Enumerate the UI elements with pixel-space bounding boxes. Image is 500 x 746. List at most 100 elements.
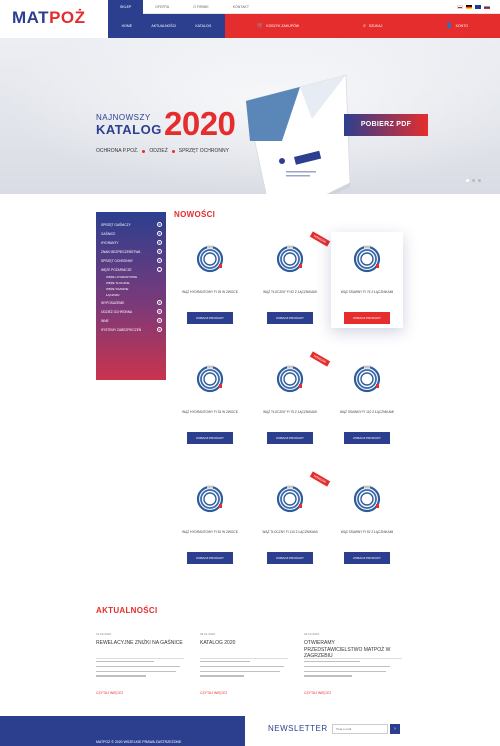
top-bar: SKLEP OFERTA O FIRMIE KONTAKT xyxy=(108,0,500,14)
product-name[interactable]: WĄŻ TŁOCZNY FI 52 Z ŁĄCZNIKAMI xyxy=(260,290,320,295)
flag-en-icon[interactable] xyxy=(475,4,481,9)
nav-label: HOME xyxy=(121,24,133,28)
topbar-item-shop[interactable]: SKLEP xyxy=(108,0,144,14)
topbar-item-contact[interactable]: KONTAKT xyxy=(221,0,261,14)
newsletter-submit-button[interactable]: › xyxy=(390,724,400,734)
read-more-link[interactable]: CZYTAJ WIĘCEJ xyxy=(304,691,331,695)
flag-de-icon[interactable] xyxy=(466,4,472,9)
hero-subtitle-1: OCHRONA P.POŻ. xyxy=(96,148,139,154)
hero-year: 2020 xyxy=(164,105,236,142)
view-product-button[interactable]: ZOBACZ PRODUKT xyxy=(267,312,313,324)
nav-red-group: 🛒 KOSZYK ZAKUPÓW ⌕ SZUKAJ 👤 KONTO xyxy=(225,14,500,38)
new-ribbon-badge: NOWOŚĆ xyxy=(309,231,331,247)
product-name[interactable]: WĄŻ SSAWNY FI 52 Z ŁĄCZNIKAMI xyxy=(337,530,397,535)
plus-icon: + xyxy=(157,300,162,305)
nav-item-account[interactable]: 👤 KONTO xyxy=(446,23,468,29)
view-product-button[interactable]: ZOBACZ PRODUKT xyxy=(344,312,390,324)
slider-dot[interactable] xyxy=(478,179,481,182)
divider xyxy=(96,658,184,659)
news-item[interactable]: 12.02.2020 REWELACYJNE ZNIŻKI NA GAŚNICE xyxy=(96,632,186,647)
sidebar-item[interactable]: WYPOSAŻENIE + xyxy=(96,298,166,307)
download-pdf-button[interactable]: POBIERZ PDF xyxy=(344,114,428,136)
product-name[interactable]: WĄŻ HYDRANTOWY FI 52 W ZWIJCE xyxy=(180,530,240,535)
product-name[interactable]: WĄŻ SSAWNY FI 110 Z ŁĄCZNIKAMI xyxy=(337,410,397,415)
plus-icon: + xyxy=(157,231,162,236)
product-name[interactable]: WĄŻ HYDRANTOWY FI 33 W ZWIJCE xyxy=(180,410,240,415)
view-product-button[interactable]: ZOBACZ PRODUKT xyxy=(187,312,233,324)
cart-icon: 🛒 xyxy=(257,23,264,29)
product-hose-image[interactable] xyxy=(275,484,305,514)
nav-item-catalog[interactable]: KATALOG xyxy=(195,24,211,28)
product-card[interactable]: WĄŻ TŁOCZNY FI 110 Z ŁĄCZNIKAMI ZOBACZ PR… xyxy=(254,471,331,568)
sidebar-item[interactable]: SPRZĘT OCHRONNY + xyxy=(96,256,166,265)
news-date: 03.01.2020 xyxy=(200,632,216,636)
hero-katalog-title: KATALOG xyxy=(96,122,162,137)
product-card[interactable]: WĄŻ HYDRANTOWY FI 25 W ZWIJCE ZOBACZ PROD… xyxy=(174,232,246,328)
product-card[interactable]: WĄŻ SSAWNY FI 52 Z ŁĄCZNIKAMI ZOBACZ PROD… xyxy=(331,472,403,568)
news-item[interactable]: 03.01.2020 KATALOG 2020 xyxy=(200,632,290,647)
product-name[interactable]: WĄŻ SSAWNY FI 75 Z ŁĄCZNIKAMI xyxy=(337,290,397,295)
product-card[interactable]: WĄŻ TŁOCZNY FI 52 Z ŁĄCZNIKAMI ZOBACZ PRO… xyxy=(254,231,331,328)
products-title: NOWOŚCI xyxy=(174,210,216,219)
sidebar-item[interactable]: GAŚNICE + xyxy=(96,229,166,238)
flag-pl-icon[interactable] xyxy=(457,4,463,9)
product-hose-image[interactable] xyxy=(352,244,382,274)
topbar-item-company[interactable]: O FIRMIE xyxy=(181,0,221,14)
nav-item-cart[interactable]: 🛒 KOSZYK ZAKUPÓW xyxy=(257,23,299,29)
product-hose-image[interactable] xyxy=(195,244,225,274)
product-hose-image[interactable] xyxy=(195,364,225,394)
read-more-link[interactable]: CZYTAJ WIĘCEJ xyxy=(200,691,227,695)
product-card[interactable]: WĄŻ SSAWNY FI 110 Z ŁĄCZNIKAMI ZOBACZ PRO… xyxy=(331,352,403,448)
news-item-title[interactable]: KATALOG 2020 xyxy=(200,640,290,647)
view-product-button[interactable]: ZOBACZ PRODUKT xyxy=(187,432,233,444)
hero-subtitle: OCHRONA P.POŻ. ODZIEŻ SPRZĘT OCHRONNY xyxy=(96,148,229,154)
logo[interactable]: MATPOŻ xyxy=(12,8,86,28)
product-hose-image[interactable] xyxy=(352,364,382,394)
flag-ru-icon[interactable] xyxy=(484,4,490,9)
view-product-button[interactable]: ZOBACZ PRODUKT xyxy=(187,552,233,564)
product-name[interactable]: WĄŻ TŁOCZNY FI 110 Z ŁĄCZNIKAMI xyxy=(260,530,320,535)
product-hose-image[interactable] xyxy=(275,244,305,274)
newsletter-title: NEWSLETTER xyxy=(268,724,328,733)
nav-label: KOSZYK ZAKUPÓW xyxy=(266,24,300,28)
product-name[interactable]: WĄŻ TŁOCZNY FI 75 Z ŁĄCZNIKAMI xyxy=(260,410,320,415)
news-excerpt-placeholder xyxy=(200,661,288,683)
sidebar-item[interactable]: INNE + xyxy=(96,316,166,325)
nav-item-home[interactable]: HOME xyxy=(122,24,133,28)
news-item-title[interactable]: OTWIERAMY PRZEDSTAWICIELSTWO MATPOŻ W ZA… xyxy=(304,640,394,660)
product-name[interactable]: WĄŻ HYDRANTOWY FI 25 W ZWIJCE xyxy=(180,290,240,295)
bullet-icon xyxy=(171,149,175,153)
hero-small-title: NAJNOWSZY xyxy=(96,113,151,122)
sidebar-item-active[interactable]: WĘŻE POŻARNICZE – xyxy=(96,265,166,274)
read-more-link[interactable]: CZYTAJ WIĘCEJ xyxy=(96,691,123,695)
sidebar-item[interactable]: ODZIEŻ OCHRONNA + xyxy=(96,307,166,316)
news-item-title[interactable]: REWELACYJNE ZNIŻKI NA GAŚNICE xyxy=(96,640,186,647)
sidebar-item[interactable]: HYDRANTY + xyxy=(96,238,166,247)
product-card[interactable]: WĄŻ SSAWNY FI 75 Z ŁĄCZNIKAMI ZOBACZ PROD… xyxy=(331,232,403,328)
main-nav: HOME AKTUALNOŚCI KATALOG 🛒 KOSZYK ZAKUPÓW… xyxy=(108,14,500,38)
newsletter-email-input[interactable] xyxy=(332,724,388,734)
product-card[interactable]: WĄŻ TŁOCZNY FI 75 Z ŁĄCZNIKAMI ZOBACZ PRO… xyxy=(254,351,331,448)
nav-label: SZUKAJ xyxy=(368,24,383,28)
sidebar-item[interactable]: SPRZĘT GAŚNICZY + xyxy=(96,220,166,229)
product-card[interactable]: WĄŻ HYDRANTOWY FI 52 W ZWIJCE ZOBACZ PROD… xyxy=(174,472,246,568)
sidebar-item[interactable]: ZNAKI BEZPIECZEŃSTWA + xyxy=(96,247,166,256)
logo-part-2: POŻ xyxy=(49,8,86,27)
view-product-button[interactable]: ZOBACZ PRODUKT xyxy=(267,432,313,444)
topbar-item-offer[interactable]: OFERTA xyxy=(143,0,181,14)
product-hose-image[interactable] xyxy=(195,484,225,514)
nav-item-search[interactable]: ⌕ SZUKAJ xyxy=(363,23,382,29)
nav-item-news[interactable]: AKTUALNOŚCI xyxy=(151,24,176,28)
sidebar-item[interactable]: SYSTEMY ZABEZPIECZEŃ + xyxy=(96,325,166,334)
product-hose-image[interactable] xyxy=(352,484,382,514)
slider-dot[interactable] xyxy=(472,179,475,182)
view-product-button[interactable]: ZOBACZ PRODUKT xyxy=(267,552,313,564)
view-product-button[interactable]: ZOBACZ PRODUKT xyxy=(344,552,390,564)
product-card[interactable]: WĄŻ HYDRANTOWY FI 33 W ZWIJCE ZOBACZ PROD… xyxy=(174,352,246,448)
slider-dot[interactable] xyxy=(466,179,469,182)
view-product-button[interactable]: ZOBACZ PRODUKT xyxy=(344,432,390,444)
category-sidebar: SPRZĘT GAŚNICZY + GAŚNICE + HYDRANTY + ZNAK… xyxy=(96,212,166,380)
news-item[interactable]: 18.12.2019 OTWIERAMY PRZEDSTAWICIELSTWO … xyxy=(304,632,394,660)
product-hose-image[interactable] xyxy=(275,364,305,394)
divider xyxy=(304,658,402,659)
